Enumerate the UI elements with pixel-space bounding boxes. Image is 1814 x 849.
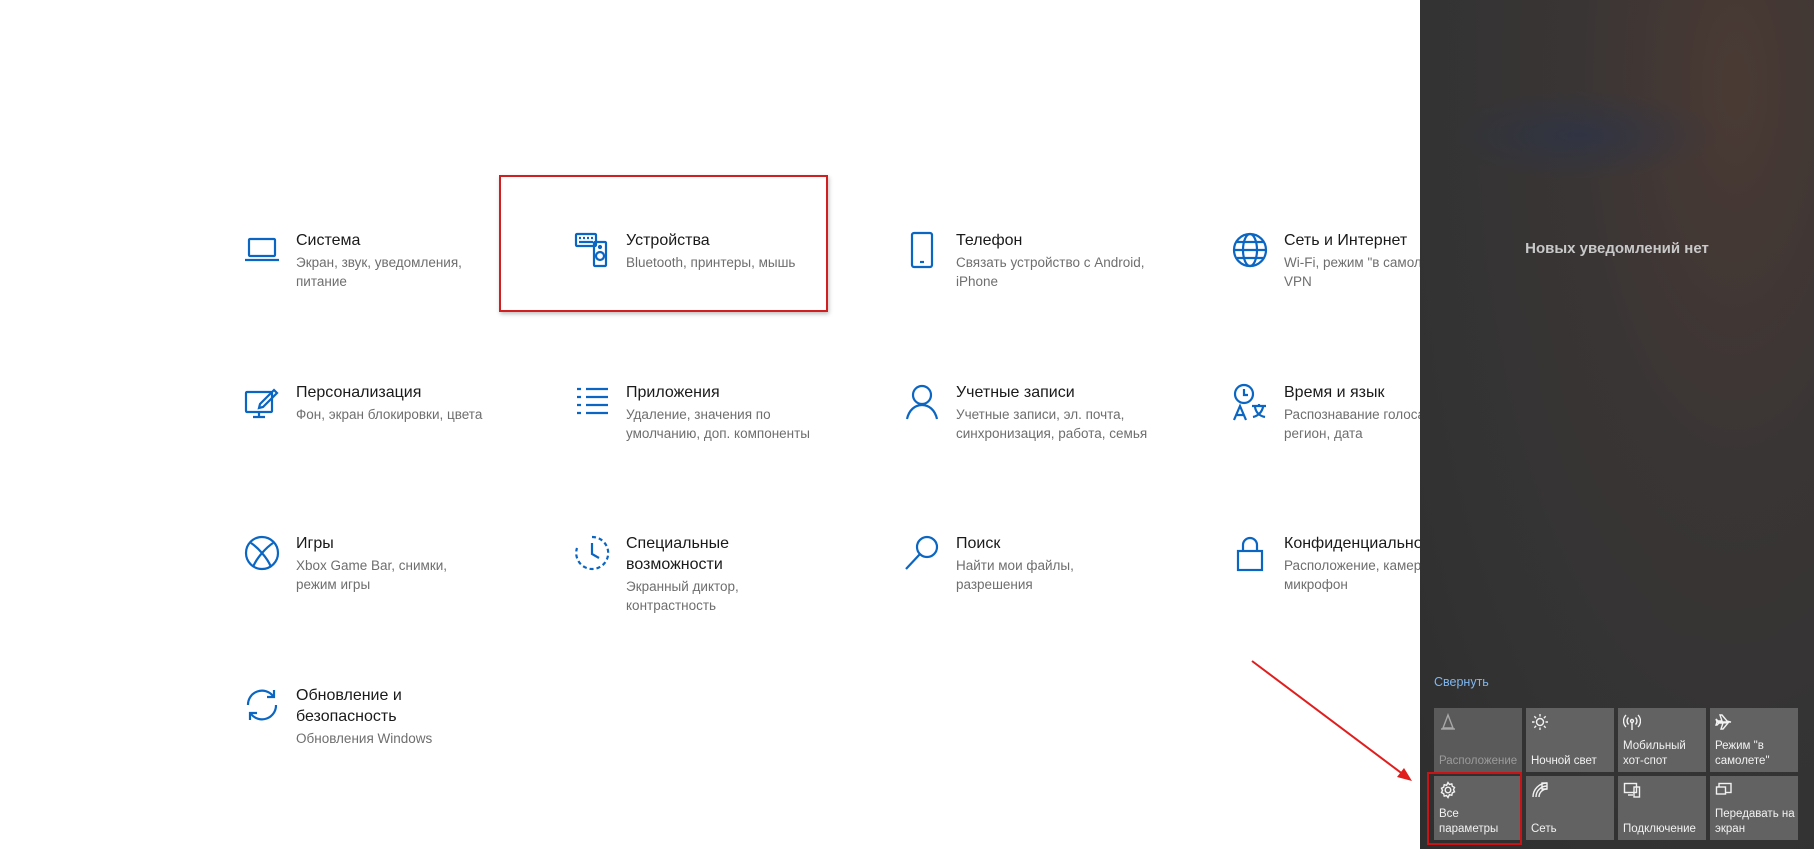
person-icon <box>900 380 944 424</box>
sync-icon <box>240 683 284 727</box>
settings-tile[interactable]: Специальные возможности Экранный диктор, … <box>570 531 870 631</box>
settings-window: Система Экран, звук, уведомления, питание… <box>0 0 1451 849</box>
settings-tile[interactable]: Телефон Связать устройство с Android, iPh… <box>900 228 1200 328</box>
lock-icon <box>1228 531 1272 575</box>
location-icon <box>1439 713 1457 731</box>
settings-tile-description: Экран, звук, уведомления, питание <box>296 255 462 289</box>
settings-tile-description: Удаление, значения по умолчанию, доп. ко… <box>626 407 811 441</box>
settings-tile[interactable]: Поиск Найти мои файлы, разрешения <box>900 531 1200 631</box>
settings-tile-title: Специальные возможности <box>626 535 730 573</box>
settings-tile-title: Обновление и безопасность <box>296 687 402 725</box>
phone-icon <box>900 228 944 272</box>
settings-tile[interactable]: Приложения Удаление, значения по умолчани… <box>570 380 870 480</box>
quick-action-label: Ночной свет <box>1531 755 1597 767</box>
settings-tile-title: Учетные записи <box>956 384 1075 401</box>
network-icon <box>1531 781 1549 799</box>
settings-tile-title: Поиск <box>956 535 1001 552</box>
settings-tile-description: Найти мои файлы, разрешения <box>956 558 1074 592</box>
laptop-icon <box>240 228 284 272</box>
quick-action-hotspot[interactable]: Мобильный хот-спот <box>1618 708 1706 772</box>
settings-tile-description: Учетные записи, эл. почта, синхронизация… <box>956 407 1148 441</box>
quick-action-brightness[interactable]: Ночной свет <box>1526 708 1614 772</box>
quick-action-location[interactable]: Расположение <box>1434 708 1522 772</box>
devices-icon <box>570 228 614 272</box>
collapse-link[interactable]: Свернуть <box>1434 675 1489 689</box>
settings-tile-title: Телефон <box>956 232 1023 249</box>
quick-action-label: Передавать на экран <box>1715 808 1795 835</box>
action-center: Новых уведомлений нет Свернуть Расположе… <box>1420 0 1814 849</box>
settings-tile[interactable]: Игры Xbox Game Bar, снимки, режим игры <box>240 531 540 631</box>
quick-action-label: Расположение <box>1439 755 1518 767</box>
settings-tile[interactable]: Обновление и безопасность Обновления Wind… <box>240 683 540 783</box>
settings-tile-description: Bluetooth, принтеры, мышь <box>626 255 796 270</box>
settings-tile-description: Фон, экран блокировки, цвета <box>296 407 483 422</box>
quick-action-label: Сеть <box>1531 823 1557 835</box>
settings-tile-title: Система <box>296 232 361 249</box>
settings-tile-description: Обновления Windows <box>296 731 433 746</box>
hotspot-icon <box>1622 713 1642 731</box>
globe-icon <box>1228 228 1272 272</box>
quick-action-airplane[interactable]: Режим "в самолете" <box>1710 708 1798 772</box>
quick-action-project[interactable]: Передавать на экран <box>1710 776 1798 840</box>
ease-of-access-icon <box>570 531 614 575</box>
quick-action-label: Режим "в самолете" <box>1715 740 1770 767</box>
quick-action-connect[interactable]: Подключение <box>1618 776 1706 840</box>
xbox-icon <box>240 531 284 575</box>
red-arrow-annotation <box>1251 660 1412 781</box>
quick-action-network[interactable]: Сеть <box>1526 776 1614 840</box>
settings-tile-description: Связать устройство с Android, iPhone <box>956 255 1145 289</box>
quick-action-label: Подключение <box>1623 823 1696 835</box>
settings-tile-title: Приложения <box>626 384 720 401</box>
project-icon <box>1715 781 1733 799</box>
no-notifications-label: Новых уведомлений нет <box>1525 240 1709 257</box>
all-settings-highlight-box <box>1427 772 1522 845</box>
personalization-icon <box>240 380 284 424</box>
settings-tile-description: Экранный диктор, контрастность <box>626 579 739 613</box>
time-language-icon <box>1228 380 1272 424</box>
settings-tile[interactable]: Персонализация Фон, экран блокировки, цве… <box>240 380 540 480</box>
settings-tile-title: Персонализация <box>296 384 422 401</box>
settings-tile-title: Время и язык <box>1284 384 1385 401</box>
quick-action-label: Мобильный хот-спот <box>1623 740 1686 767</box>
settings-tile-description: Xbox Game Bar, снимки, режим игры <box>296 558 448 592</box>
airplane-icon <box>1715 713 1733 731</box>
search-icon <box>900 531 944 575</box>
settings-tile-title: Устройства <box>626 232 710 249</box>
settings-tile-description: Распознавание голоса, регион, дата <box>1284 407 1429 441</box>
brightness-icon <box>1531 713 1549 731</box>
settings-tile-title: Игры <box>296 535 334 552</box>
apps-list-icon <box>570 380 614 424</box>
settings-tile[interactable]: Устройства Bluetooth, принтеры, мышь <box>570 228 870 328</box>
connect-icon <box>1623 781 1641 799</box>
settings-tile[interactable]: Система Экран, звук, уведомления, питание <box>240 228 540 328</box>
settings-tile[interactable]: Учетные записи Учетные записи, эл. почта,… <box>900 380 1200 480</box>
